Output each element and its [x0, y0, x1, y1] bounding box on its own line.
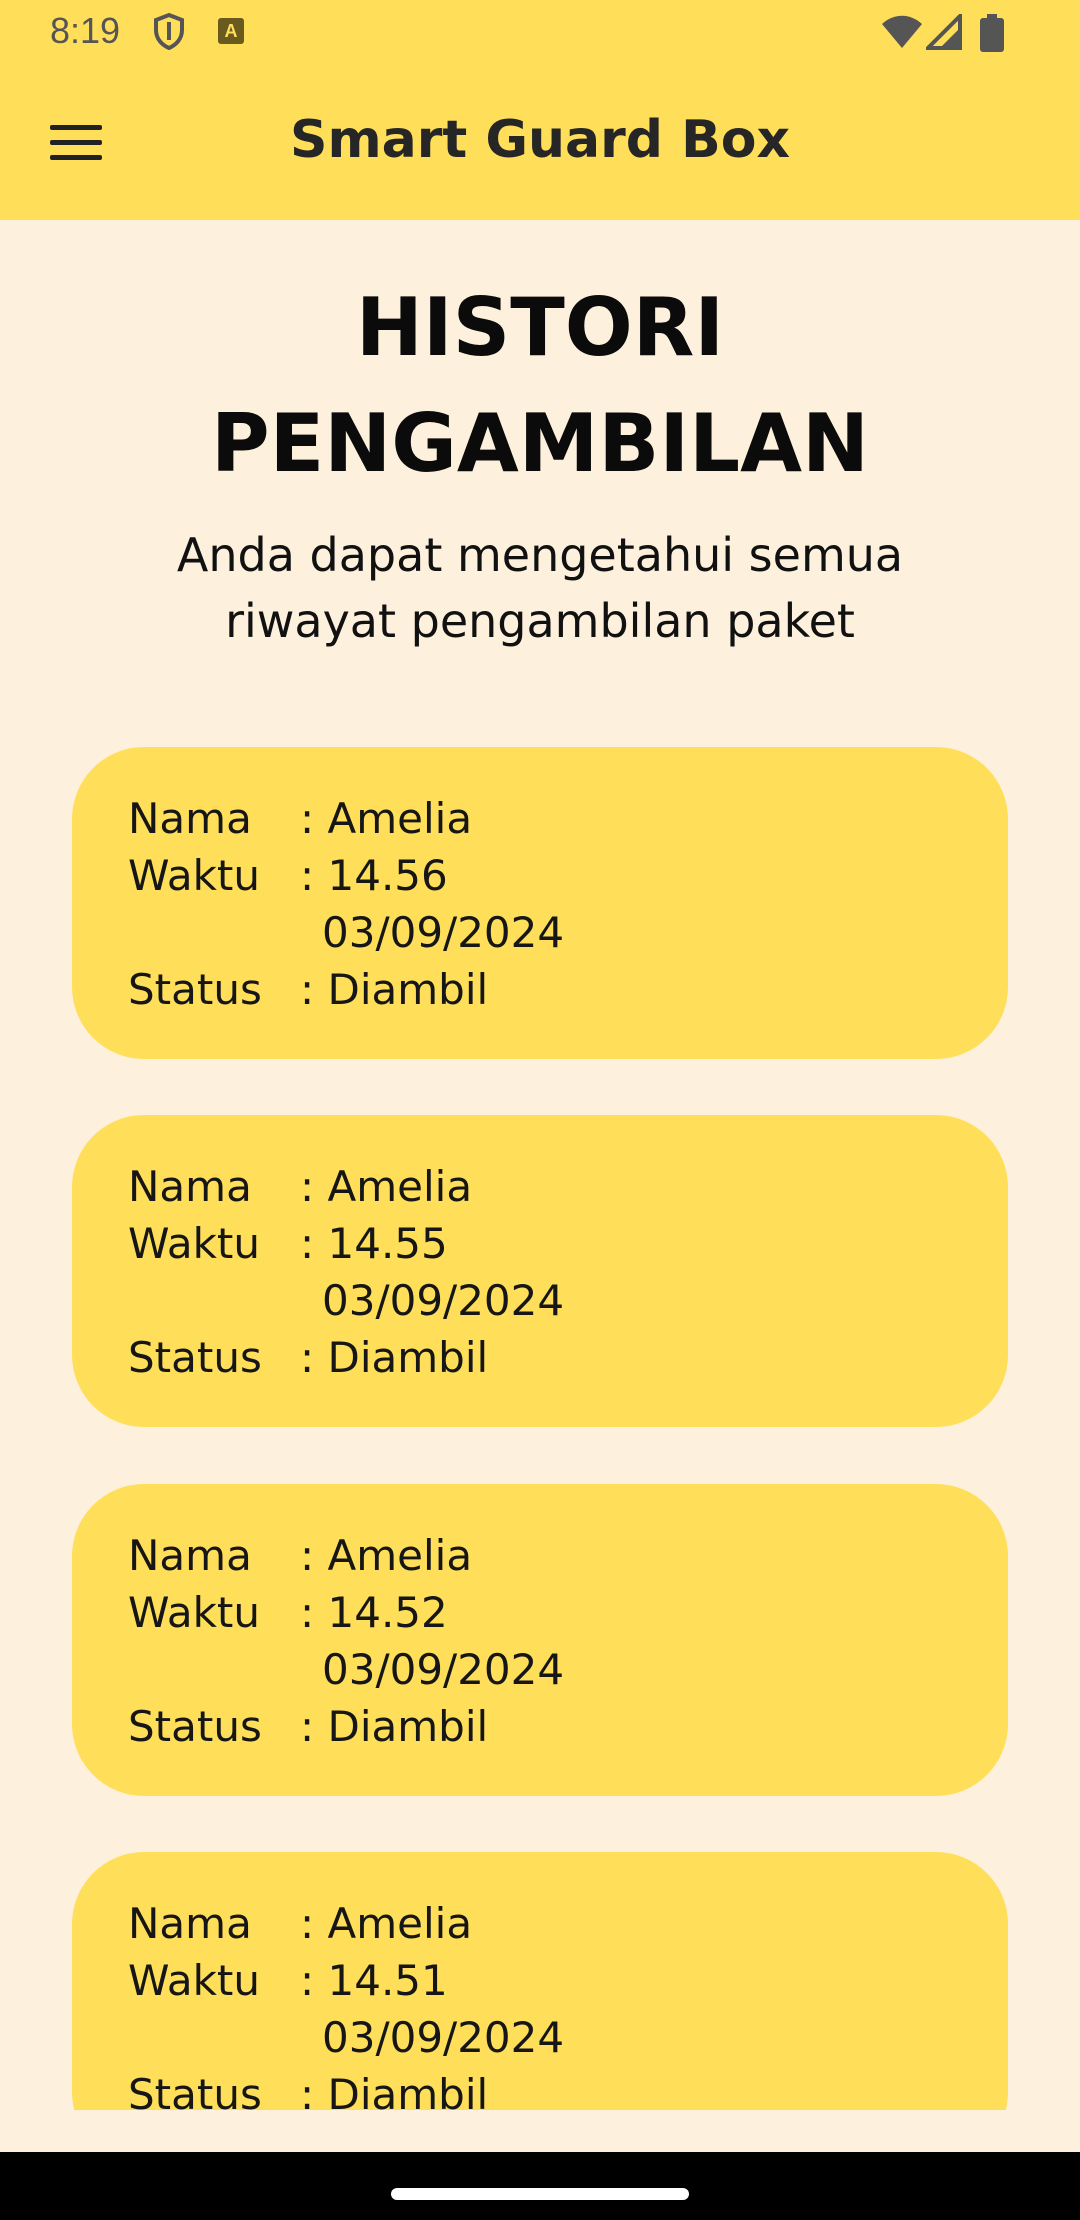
page-title-line-2: PENGAMBILAN	[210, 397, 869, 490]
signal-icon	[926, 14, 962, 50]
page-title-line-1: HISTORI	[355, 281, 725, 374]
status-label: Status	[128, 2070, 262, 2110]
status-label: Status	[128, 1333, 262, 1382]
time-label: Waktu	[128, 1588, 260, 1637]
history-card[interactable]: Nama : Amelia Waktu : 14.52 03/09/2024 S…	[72, 1484, 1008, 1796]
status-value: : Diambil	[300, 1702, 489, 1751]
status-value: : Diambil	[300, 965, 489, 1014]
name-label: Nama	[128, 1531, 252, 1580]
name-value: : Amelia	[300, 794, 473, 843]
time-label: Waktu	[128, 1219, 260, 1268]
home-gesture-handle[interactable]	[391, 2188, 689, 2200]
name-label: Nama	[128, 794, 252, 843]
app-bar: Smart Guard Box	[0, 66, 1080, 220]
date-value: 03/09/2024	[322, 908, 565, 957]
name-value: : Amelia	[300, 1531, 473, 1580]
history-card[interactable]: Nama : Amelia Waktu : 14.55 03/09/2024 S…	[72, 1115, 1008, 1427]
status-bar: 8:19 A	[0, 0, 1080, 66]
system-nav-bar	[0, 2152, 1080, 2220]
history-list[interactable]: Nama : Amelia Waktu : 14.56 03/09/2024 S…	[0, 740, 1080, 2110]
date-value: 03/09/2024	[322, 2013, 565, 2062]
date-value: 03/09/2024	[322, 1276, 565, 1325]
time-value: : 14.55	[300, 1219, 448, 1268]
time-value: : 14.51	[300, 1956, 448, 2005]
page-subtitle: Anda dapat mengetahui semua riwayat peng…	[176, 528, 904, 648]
status-value: : Diambil	[300, 1333, 489, 1382]
time-value: : 14.52	[300, 1588, 448, 1637]
status-time: 8:19	[50, 10, 121, 51]
date-value: 03/09/2024	[322, 1645, 565, 1694]
time-label: Waktu	[128, 851, 260, 900]
name-value: : Amelia	[300, 1899, 473, 1948]
shield-icon	[154, 12, 184, 50]
status-value: : Diambil	[300, 2070, 489, 2110]
history-card[interactable]: Nama : Amelia Waktu : 14.56 03/09/2024 S…	[72, 747, 1008, 1059]
status-label: Status	[128, 1702, 262, 1751]
status-label: Status	[128, 965, 262, 1014]
page-title: HISTORI PENGAMBILAN	[0, 270, 1080, 502]
name-label: Nama	[128, 1899, 252, 1948]
wifi-icon	[882, 15, 922, 48]
name-value: : Amelia	[300, 1162, 473, 1211]
battery-icon	[980, 14, 1004, 52]
keyboard-a-icon: A	[218, 18, 244, 44]
time-label: Waktu	[128, 1956, 260, 2005]
history-card[interactable]: Nama : Amelia Waktu : 14.51 03/09/2024 S…	[72, 1852, 1008, 2110]
app-title: Smart Guard Box	[290, 110, 790, 170]
name-label: Nama	[128, 1162, 252, 1211]
time-value: : 14.56	[300, 851, 448, 900]
